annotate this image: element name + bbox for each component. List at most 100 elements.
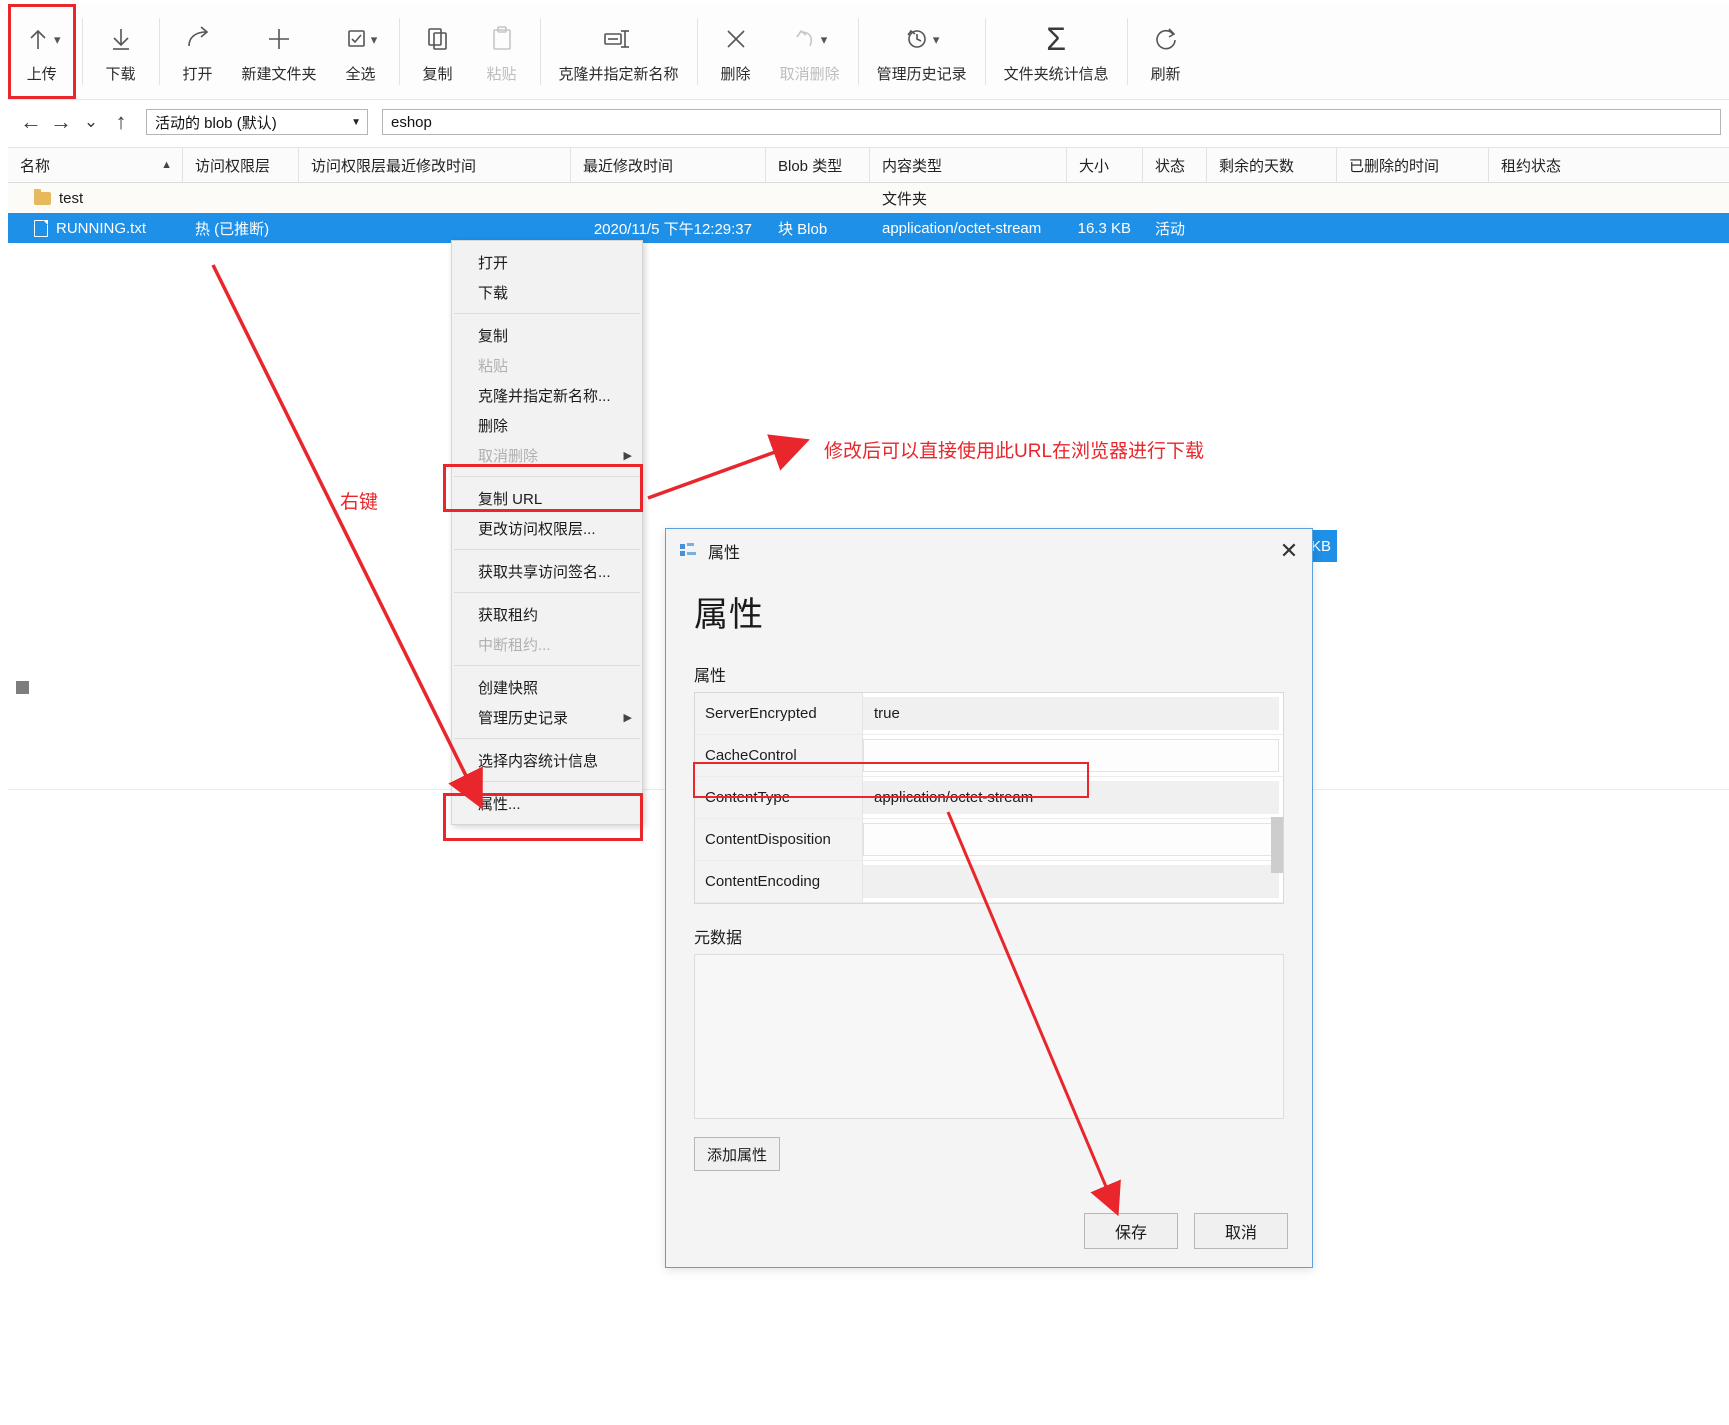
toolbar-button-refresh[interactable]: 刷新	[1134, 4, 1198, 99]
property-value[interactable]: application/octet-stream	[863, 781, 1279, 814]
menu-separator	[454, 665, 640, 666]
path-input[interactable]: eshop	[382, 109, 1721, 135]
download-icon	[106, 17, 136, 61]
context-menu-item-manage-history[interactable]: 管理历史记录 ▶	[452, 702, 642, 732]
menu-separator	[454, 592, 640, 593]
context-menu-item-acquire-lease[interactable]: 获取租约	[452, 599, 642, 629]
menu-item-label: 复制 URL	[478, 490, 543, 508]
column-header-days-remaining[interactable]: 剩余的天数	[1207, 148, 1337, 182]
column-header-access-tier[interactable]: 访问权限层	[183, 148, 299, 182]
chevron-down-icon[interactable]: ⌄	[76, 107, 106, 137]
context-menu-item-open[interactable]: 打开	[452, 247, 642, 277]
add-property-button[interactable]: 添加属性	[694, 1137, 781, 1171]
column-label: 大小	[1079, 157, 1110, 175]
column-label: 访问权限层	[195, 157, 271, 175]
context-menu-item-copy-url[interactable]: 复制 URL	[452, 483, 642, 513]
column-header-name[interactable]: 名称 ▲	[8, 148, 183, 182]
column-label: 剩余的天数	[1219, 157, 1295, 175]
cell-access-tier: 热 (已推断)	[195, 220, 270, 238]
dialog-title: 属性	[708, 545, 741, 562]
toolbar-button-open[interactable]: 打开	[166, 4, 230, 99]
sigma-icon: Σ	[1046, 21, 1066, 57]
arrow-up-icon[interactable]: ↑	[106, 107, 136, 137]
select-all-icon: ▾	[344, 17, 377, 61]
toolbar-button-copy[interactable]: 复制	[406, 4, 470, 99]
metadata-box[interactable]	[694, 954, 1284, 1119]
toolbar-separator	[539, 18, 541, 85]
blob-selector-dropdown[interactable]: 活动的 blob (默认) ▼	[146, 109, 368, 135]
arrow-right-icon[interactable]: →	[46, 107, 76, 137]
undelete-icon: ▾	[792, 17, 827, 61]
cell-size	[1067, 183, 1143, 213]
metadata-section-label: 元数据	[694, 930, 743, 947]
menu-item-label: 删除	[478, 417, 509, 435]
toolbar-button-paste[interactable]: 粘贴	[470, 4, 534, 99]
toolbar-button-upload[interactable]: ▾ 上传	[8, 4, 76, 99]
context-menu-item-create-snapshot[interactable]: 创建快照	[452, 672, 642, 702]
table-row[interactable]: test 文件夹	[8, 183, 1729, 213]
property-key: ContentEncoding	[695, 861, 863, 902]
column-label: 名称	[20, 157, 51, 175]
save-button[interactable]: 保存	[1084, 1213, 1178, 1249]
cell-access-tier-modified	[299, 213, 571, 243]
cell-days-remaining	[1207, 183, 1337, 213]
property-value[interactable]	[863, 823, 1279, 856]
context-menu-item-delete[interactable]: 删除	[452, 410, 642, 440]
clone-rename-icon	[602, 17, 636, 61]
toolbar-button-delete[interactable]: 删除	[704, 4, 768, 99]
column-header-content-type[interactable]: 内容类型	[870, 148, 1067, 182]
cell-access-tier	[183, 183, 299, 213]
context-menu-item-select-content-statistics[interactable]: 选择内容统计信息	[452, 745, 642, 775]
toolbar-button-folder-statistics[interactable]: Σ 文件夹统计信息	[992, 4, 1121, 99]
toolbar-button-select-all[interactable]: ▾ 全选	[329, 4, 393, 99]
column-header-access-tier-modified[interactable]: 访问权限层最近修改时间	[299, 148, 571, 182]
toolbar-label: 管理历史记录	[876, 66, 967, 83]
context-menu-item-undelete[interactable]: 取消删除 ▶	[452, 440, 642, 470]
property-value[interactable]	[863, 865, 1279, 898]
cell-status: 活动	[1155, 220, 1186, 238]
table-row[interactable]: RUNNING.txt 热 (已推断) 2020/11/5 下午12:29:37…	[8, 213, 1729, 243]
menu-item-label: 获取租约	[478, 606, 539, 624]
column-header-deleted-time[interactable]: 已删除的时间	[1337, 148, 1489, 182]
toolbar-separator	[158, 18, 160, 85]
arrow-left-icon[interactable]: ←	[16, 107, 46, 137]
context-menu-item-download[interactable]: 下载	[452, 277, 642, 307]
toolbar-label: 复制	[422, 66, 453, 83]
column-header-status[interactable]: 状态	[1143, 148, 1207, 182]
context-menu-item-change-access-tier[interactable]: 更改访问权限层...	[452, 513, 642, 543]
toolbar-button-undelete[interactable]: ▾ 取消删除	[768, 4, 852, 99]
context-menu-item-get-shared-access-signature[interactable]: 获取共享访问签名...	[452, 556, 642, 586]
context-menu-item-properties[interactable]: 属性...	[452, 788, 642, 818]
path-value: eshop	[391, 113, 432, 131]
properties-section-label: 属性	[694, 668, 727, 685]
open-icon	[183, 17, 213, 61]
menu-separator	[454, 476, 640, 477]
splitter-handle[interactable]	[16, 681, 29, 694]
menu-item-label: 属性...	[478, 795, 521, 813]
column-label: 租约状态	[1501, 157, 1562, 175]
toolbar-button-manage-history[interactable]: ▾ 管理历史记录	[865, 4, 979, 99]
column-header-lease-state[interactable]: 租约状态	[1489, 148, 1629, 182]
menu-item-label: 选择内容统计信息	[478, 752, 599, 770]
property-value[interactable]	[863, 739, 1279, 772]
cancel-button[interactable]: 取消	[1194, 1213, 1288, 1249]
toolbar-button-download[interactable]: 下载	[89, 4, 153, 99]
close-icon[interactable]: ✕	[1272, 536, 1306, 566]
context-menu-item-break-lease[interactable]: 中断租约...	[452, 629, 642, 659]
properties-scrollbar-thumb[interactable]	[1271, 817, 1283, 873]
context-menu-item-paste[interactable]: 粘贴	[452, 350, 642, 380]
property-value[interactable]: true	[863, 697, 1279, 730]
chevron-right-icon: ▶	[623, 711, 632, 724]
context-menu-item-copy[interactable]: 复制	[452, 320, 642, 350]
cell-status	[1143, 183, 1207, 213]
chevron-down-icon: ▼	[351, 116, 361, 128]
context-menu-item-clone-rename[interactable]: 克隆并指定新名称...	[452, 380, 642, 410]
column-header-last-modified[interactable]: 最近修改时间	[571, 148, 766, 182]
menu-item-label: 更改访问权限层...	[478, 520, 596, 538]
column-header-size[interactable]: 大小	[1067, 148, 1143, 182]
menu-item-label: 克隆并指定新名称...	[478, 387, 611, 405]
toolbar-button-new-folder[interactable]: 新建文件夹	[230, 4, 329, 99]
column-header-blob-type[interactable]: Blob 类型	[766, 148, 870, 182]
toolbar-button-clone-rename[interactable]: 克隆并指定新名称	[547, 4, 691, 99]
dialog-heading: 属性	[694, 596, 764, 634]
